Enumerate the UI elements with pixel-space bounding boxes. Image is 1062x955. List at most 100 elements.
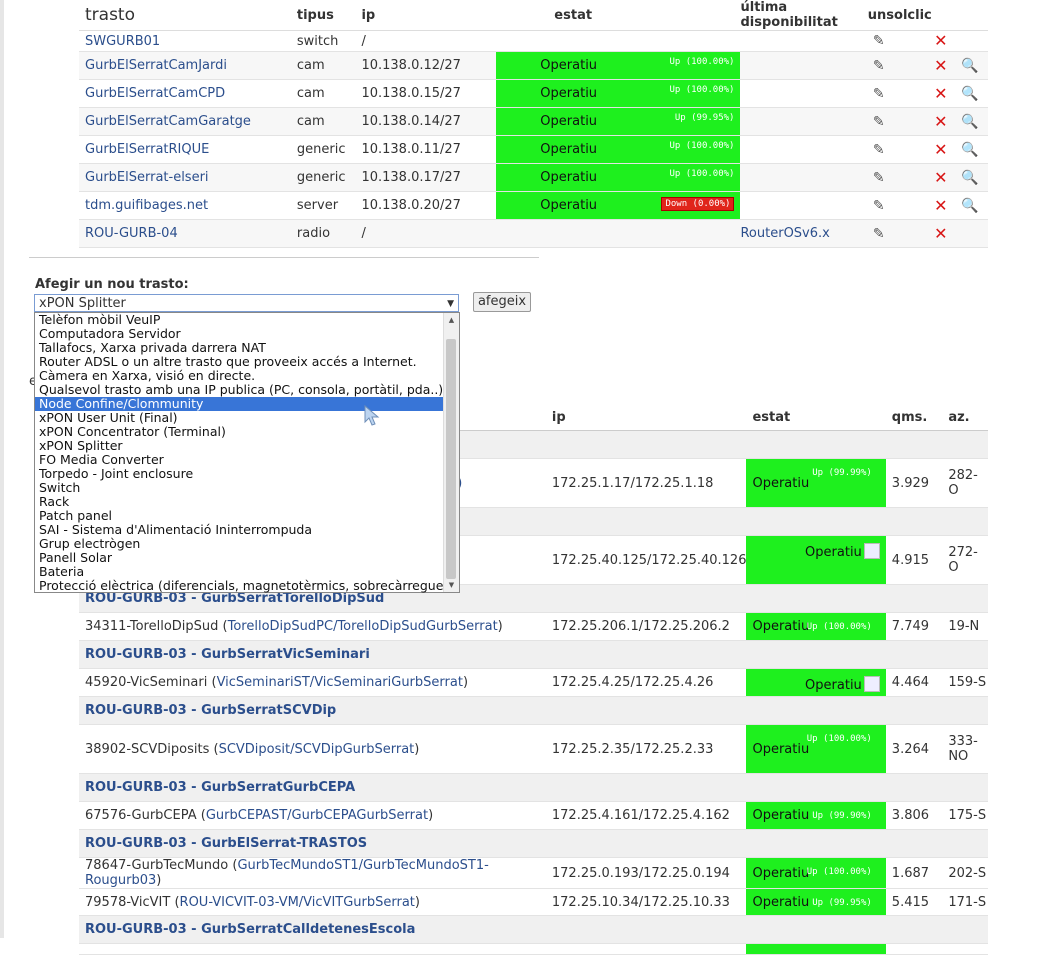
link-status: Operatiu Up (99.99%) [746, 458, 886, 508]
trasto-type-select[interactable]: xPON Splitter ▼ [34, 294, 459, 312]
trasto-link[interactable]: tdm.guifibages.net [85, 198, 208, 213]
delete-icon[interactable]: ✕ [932, 141, 950, 158]
link-row: 34311-TorelloDipSud (TorelloDipSudPC/Tor… [79, 612, 988, 641]
device-link[interactable]: VicSeminariST/VicSeminariGurbSerrat [217, 675, 463, 690]
trasto-link[interactable]: SWGURB01 [85, 34, 160, 49]
delete-icon[interactable]: ✕ [932, 197, 950, 214]
trasto-tipus: cam [296, 107, 362, 136]
link-row: 45920-VicSeminari (VicSeminariST/VicSemi… [79, 668, 988, 697]
trasto-row: tdm.guifibages.net server 10.138.0.20/27 Op… [79, 191, 988, 220]
trasto-row: GurbElSerrat-elseri generic 10.138.0.17/27… [79, 163, 988, 192]
link-az: 159-S [942, 668, 988, 697]
dropdown-option[interactable]: Rack [35, 495, 443, 509]
magnifier-icon[interactable]: 🔍 [961, 198, 979, 214]
uptime-badge: Up (100.00%) [806, 734, 872, 744]
header-tipus: tipus [296, 0, 362, 31]
status-label: Operatiu [540, 114, 598, 129]
link-status: Operatiu Up (100.00%) [746, 857, 886, 889]
dropdown-option[interactable]: Protecció elèctrica (diferencials, magne… [35, 579, 443, 593]
header-ip: ip [361, 0, 497, 31]
group-row: ROU-GURB-03 - GurbSerratGurbCEPA [79, 773, 988, 802]
magnifier-icon[interactable]: 🔍 [961, 114, 979, 130]
status-label: Operatiu [540, 142, 598, 157]
dropdown-option[interactable]: Càmera en Xarxa, visió en directe. [35, 369, 443, 383]
trasto-link[interactable]: GurbElSerratCamJardi [85, 58, 227, 73]
delete-icon[interactable]: ✕ [932, 57, 950, 74]
trasto-link[interactable]: GurbElSerratRIQUE [85, 142, 209, 157]
dropdown-option[interactable]: Router ADSL o un altre trasto que provee… [35, 355, 443, 369]
dropdown-option[interactable]: Tallafocs, Xarxa privada darrera NAT [35, 341, 443, 355]
edit-pencil-icon[interactable]: ✎ [870, 86, 888, 102]
device-link[interactable]: TorelloDipSudPC/TorelloDipSudGurbSerrat [228, 619, 498, 634]
trasto-link[interactable]: ROU-GURB-04 [85, 226, 178, 241]
dropdown-option[interactable]: Panell Solar [35, 551, 443, 565]
dropdown-option[interactable]: Bateria [35, 565, 443, 579]
edit-pencil-icon[interactable]: ✎ [870, 226, 888, 242]
dropdown-option[interactable]: Computadora Servidor [35, 327, 443, 341]
trasto-link[interactable]: GurbElSerratCamCPD [85, 86, 225, 101]
dropdown-option[interactable]: Telèfon mòbil VeuIP [35, 313, 443, 327]
group-title: ROU-GURB-03 - GurbSerratGurbCEPA [79, 773, 988, 802]
scroll-down-icon[interactable]: ▼ [444, 578, 459, 592]
link-ip: 172.25.4.25/172.25.4.26 [551, 668, 747, 697]
delete-icon[interactable]: ✕ [932, 113, 950, 130]
magnifier-icon[interactable]: 🔍 [961, 142, 979, 158]
link-qms: 3.929 [885, 458, 943, 508]
broken-image-icon [863, 543, 880, 559]
group-row: ROU-GURB-03 - GurbSerratVicSeminari [79, 640, 988, 669]
delete-icon[interactable]: ✕ [932, 85, 950, 102]
firmware-link[interactable]: RouterOSv6.x [740, 226, 829, 241]
dropdown-option[interactable]: FO Media Converter [35, 453, 443, 467]
link-ip: 172.25.10.34/172.25.10.33 [551, 888, 747, 916]
delete-icon[interactable]: ✕ [932, 33, 950, 49]
dropdown-option[interactable]: Grup electrògen [35, 537, 443, 551]
status-label: Operatiu [805, 678, 862, 693]
scroll-up-icon[interactable]: ▲ [444, 313, 459, 327]
dropdown-option[interactable]: Torpedo - Joint enclosure [35, 467, 443, 481]
dropdown-option[interactable]: xPON Splitter [35, 439, 443, 453]
add-button[interactable]: afegeix [473, 292, 531, 312]
magnifier-icon[interactable]: 🔍 [961, 86, 979, 102]
delete-icon[interactable]: ✕ [932, 169, 950, 186]
group-title: ROU-GURB-03 - GurbSerratCalldetenesEscol… [79, 915, 988, 944]
edit-pencil-icon[interactable]: ✎ [870, 142, 888, 158]
group-title: ROU-GURB-03 - GurbSerratSCVDip [79, 696, 988, 725]
dropdown-scrollbar[interactable]: ▲ ▼ [443, 313, 459, 592]
link-qms: 3.264 [885, 724, 943, 774]
link-ip: 172.25.1.17/172.25.1.18 [551, 458, 747, 508]
trasto-ip: 10.138.0.11/27 [361, 135, 497, 164]
edit-pencil-icon[interactable]: ✎ [870, 114, 888, 130]
dropdown-option[interactable]: Switch [35, 481, 443, 495]
edit-pencil-icon[interactable]: ✎ [870, 33, 888, 49]
uptime-badge: Up (100.00%) [669, 85, 735, 95]
trasto-row: GurbElSerratCamGaratge cam 10.138.0.14/27 O… [79, 107, 988, 136]
edit-pencil-icon[interactable]: ✎ [870, 198, 888, 214]
scrollbar-thumb[interactable] [446, 339, 456, 579]
trasto-link[interactable]: GurbElSerrat-elseri [85, 170, 209, 185]
trasto-link[interactable]: GurbElSerratCamGaratge [85, 114, 251, 129]
broken-image-icon [863, 676, 880, 692]
status-label: Operatiu [752, 475, 810, 491]
device-link[interactable]: ROU-VICVIT-03-VM/VicVITGurbSerrat [180, 895, 415, 910]
delete-icon[interactable]: ✕ [932, 225, 950, 242]
magnifier-icon[interactable]: 🔍 [961, 170, 979, 186]
dropdown-option[interactable]: SAI - Sistema d'Alimentació Ininterrompu… [35, 523, 443, 537]
header-ip: ip [551, 405, 747, 431]
status-label: Operatiu [752, 619, 810, 634]
magnifier-icon[interactable]: 🔍 [961, 58, 979, 74]
device-link[interactable]: SCVDiposit/SCVDipGurbSerrat [219, 742, 415, 757]
link-status: Operatiu Up (99.90%) [746, 801, 886, 830]
edit-pencil-icon[interactable]: ✎ [870, 58, 888, 74]
device-link[interactable]: GurbCEPAST/GurbCEPAGurbSerrat [206, 808, 428, 823]
link-ip: 172.25.2.35/172.25.2.33 [551, 724, 747, 774]
trasto-ip: / [361, 30, 497, 52]
link-row: 78647-GurbTecMundo (GurbTecMundoST1/Gurb… [79, 857, 988, 889]
link-id: 67576-GurbCEPA [85, 808, 197, 823]
edit-pencil-icon[interactable]: ✎ [870, 170, 888, 186]
trasto-type-dropdown[interactable]: Telèfon mòbil VeuIP Computadora Servidor T… [34, 312, 460, 593]
link-status: Operatiu Up (100.00%) [746, 724, 886, 774]
link-status: Operatiu [746, 535, 886, 585]
dropdown-option[interactable]: Qualsevol trasto amb una IP publica (PC,… [35, 383, 443, 397]
dropdown-option[interactable]: Patch panel [35, 509, 443, 523]
trasto-status: Operatiu Down (0.00%) [496, 191, 741, 220]
